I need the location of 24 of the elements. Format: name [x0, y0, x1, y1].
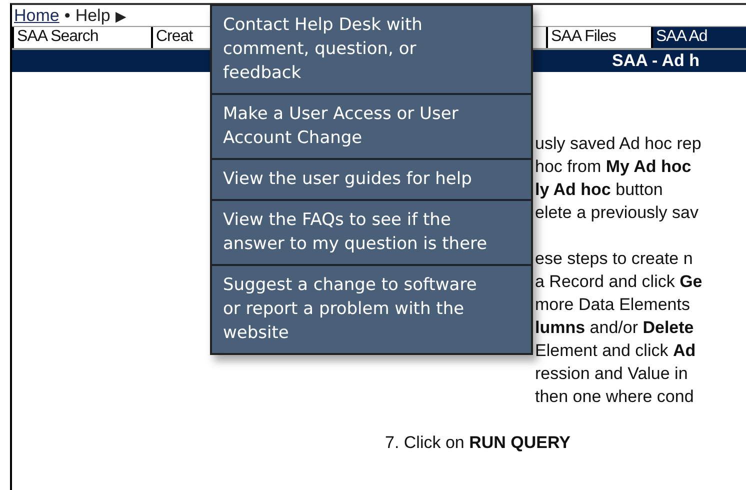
instruction-text: ly Ad hoc button [535, 180, 663, 199]
nav-tab[interactable]: SAA Ad [651, 27, 746, 48]
menu-item[interactable]: View the user guides for help [212, 158, 531, 199]
instruction-text: usly saved Ad hoc rep [535, 134, 702, 153]
instruction-text: ese steps to create n [535, 249, 693, 268]
instruction-text: Element and click Ad [535, 341, 696, 360]
nav-tab[interactable]: SAA Search [12, 27, 151, 48]
instruction-text: hoc from My Ad hoc [535, 157, 692, 176]
instruction-text: then one where cond [535, 387, 694, 406]
breadcrumb-arrow: ▶ [115, 8, 126, 24]
nav-tab[interactable]: Creat [151, 27, 210, 48]
home-link[interactable]: Home [14, 6, 60, 26]
menu-item[interactable]: Suggest a change to software or report a problem with the website [212, 264, 531, 353]
instruction-text: 7. Click on RUN QUERY [385, 433, 570, 452]
instruction-text: more Data Elements [535, 295, 690, 314]
nav-tab[interactable]: SAA Files [546, 27, 651, 48]
breadcrumb-separator: • [64, 6, 70, 26]
menu-item[interactable]: Make a User Access or User Account Change [212, 93, 531, 158]
instruction-text: lumns and/or Delete [535, 318, 694, 337]
breadcrumb-current: Help [75, 6, 110, 26]
menu-item[interactable]: View the FAQs to see if the answer to my question is there [212, 199, 531, 264]
instruction-text: elete a previously sav [535, 203, 698, 222]
instruction-text: ression and Value in [535, 364, 688, 383]
instruction-text: a Record and click Ge [535, 272, 702, 291]
